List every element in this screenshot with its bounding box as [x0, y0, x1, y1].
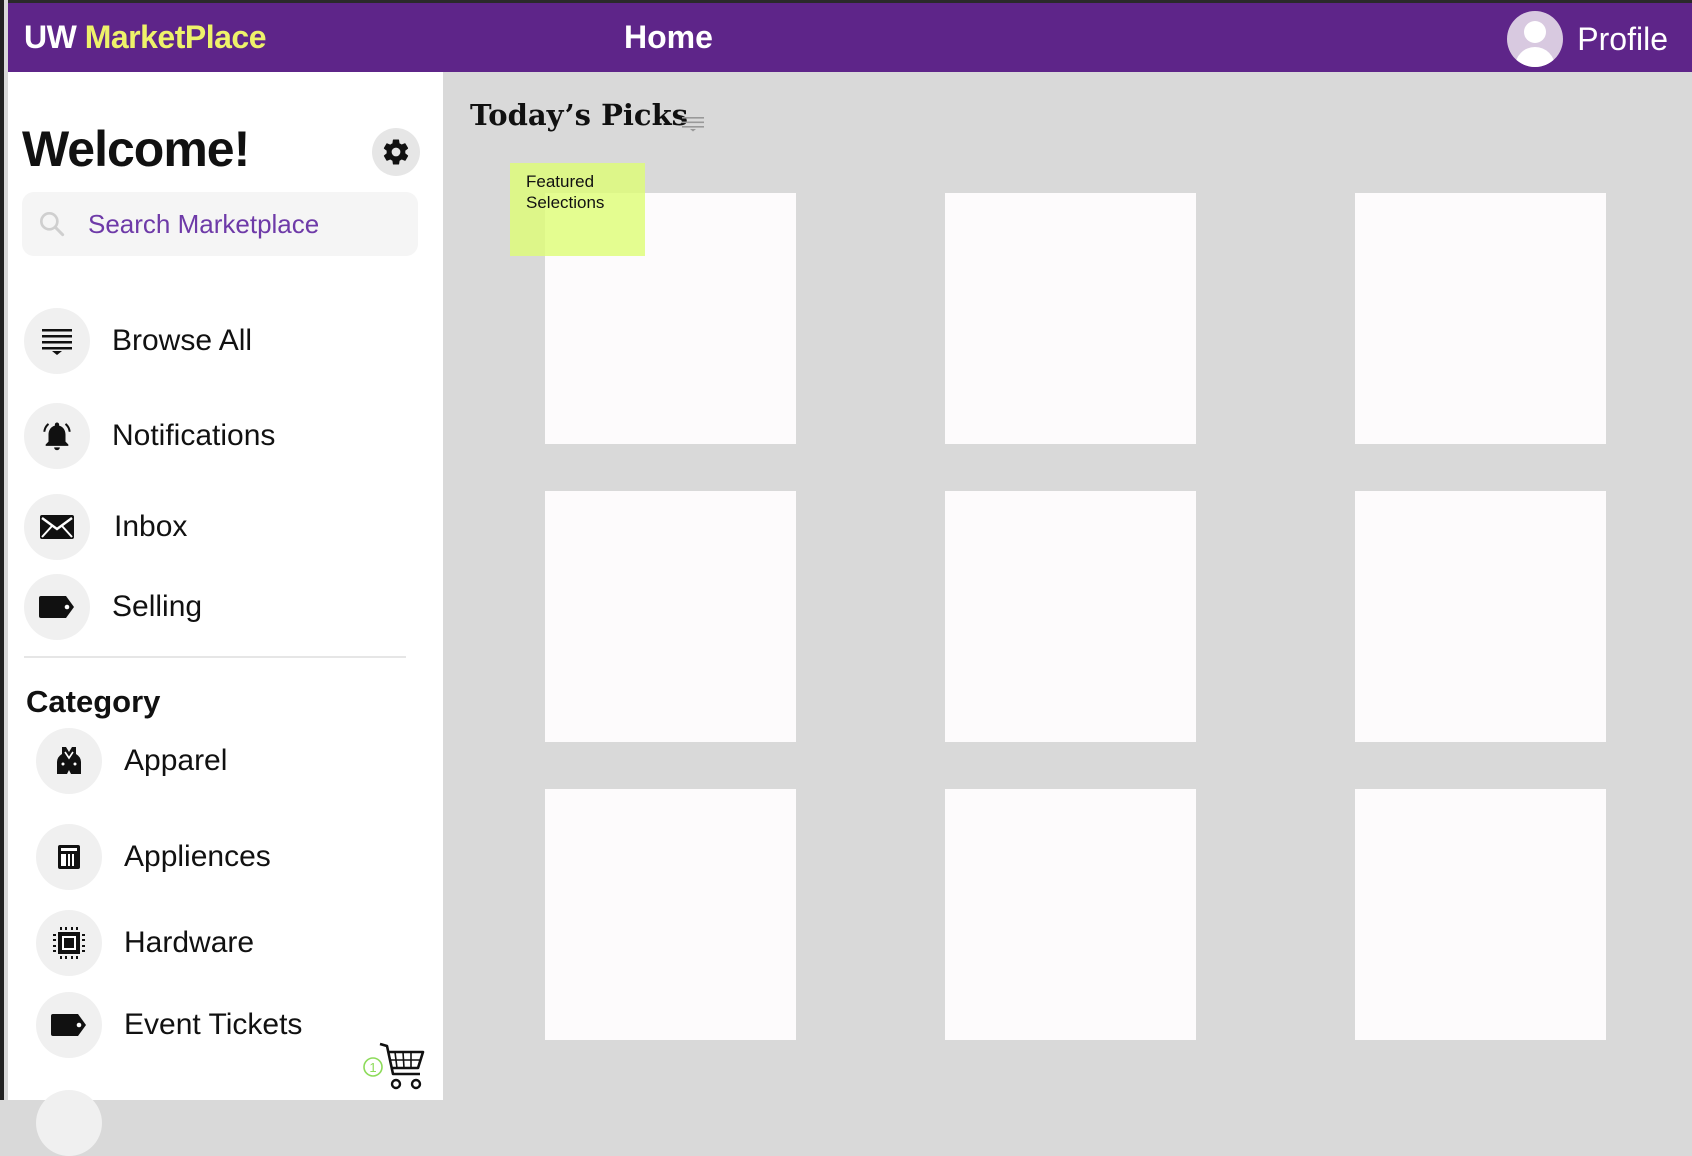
search-icon: [39, 212, 65, 237]
brand-logo[interactable]: UW MarketPlace: [24, 19, 266, 56]
category-item-apparel[interactable]: Apparel: [36, 728, 227, 794]
sidebar-item-label: Notifications: [112, 419, 276, 452]
gear-icon: [383, 139, 409, 165]
cart-button[interactable]: 1: [362, 1040, 426, 1094]
chip-icon: [36, 910, 102, 976]
category-item-label: Apparel: [124, 744, 228, 777]
product-tile[interactable]: [1355, 491, 1606, 742]
menu-lines-icon[interactable]: [682, 116, 704, 132]
product-tile[interactable]: [545, 789, 796, 1040]
sidebar-item-selling[interactable]: Selling: [24, 574, 202, 640]
sidebar-divider: [24, 656, 406, 658]
category-item-label: Appliences: [124, 840, 271, 873]
appliance-icon: [36, 824, 102, 890]
cart-count-badge: 1: [369, 1060, 376, 1075]
product-tile[interactable]: [1355, 789, 1606, 1040]
search-bar[interactable]: [22, 192, 418, 256]
home-link[interactable]: Home: [624, 19, 713, 56]
envelope-icon: [24, 494, 90, 560]
vest-icon: [36, 728, 102, 794]
product-tile[interactable]: [1355, 193, 1606, 444]
filter-list-icon: [24, 308, 90, 374]
profile-label: Profile: [1577, 20, 1668, 57]
category-item-label: Event Tickets: [124, 1008, 303, 1041]
product-tile[interactable]: [545, 491, 796, 742]
cart-icon: 1: [363, 1042, 425, 1090]
avatar-icon: [1507, 11, 1564, 67]
category-item-hardware[interactable]: Hardware: [36, 910, 254, 976]
top-bar: UW MarketPlace Home Profile: [8, 0, 1692, 72]
settings-button[interactable]: [372, 128, 420, 176]
sidebar: Welcome! Browse All Notifications Inbo: [8, 72, 443, 1156]
brand-accent: MarketPlace: [84, 19, 267, 55]
profile-button[interactable]: Profile: [1507, 11, 1668, 67]
page-title: Today’s Picks: [470, 98, 688, 132]
category-item-event-tickets[interactable]: Event Tickets: [36, 992, 302, 1058]
product-tile[interactable]: [945, 491, 1196, 742]
brand-prefix: UW: [24, 19, 77, 55]
tag-icon: [36, 992, 102, 1058]
product-tile[interactable]: [945, 789, 1196, 1040]
sidebar-item-label: Inbox: [114, 510, 188, 543]
category-heading: Category: [26, 684, 161, 719]
sidebar-item-inbox[interactable]: Inbox: [24, 494, 187, 560]
product-tile[interactable]: [945, 193, 1196, 444]
bell-icon: [24, 403, 90, 469]
category-item-appliences[interactable]: Appliences: [36, 824, 271, 890]
sidebar-item-browse-all[interactable]: Browse All: [24, 308, 252, 374]
welcome-heading: Welcome!: [22, 121, 250, 177]
sticky-note: Featured Selections: [510, 163, 645, 256]
sidebar-item-label: Selling: [112, 590, 203, 623]
category-item-label: Hardware: [124, 926, 255, 959]
sidebar-item-notifications[interactable]: Notifications: [24, 403, 275, 469]
app-window: UW MarketPlace Home Profile Welcome! Bro…: [0, 0, 1692, 1156]
tag-icon: [24, 574, 90, 640]
search-input[interactable]: [86, 207, 410, 241]
sidebar-item-label: Browse All: [112, 324, 253, 357]
